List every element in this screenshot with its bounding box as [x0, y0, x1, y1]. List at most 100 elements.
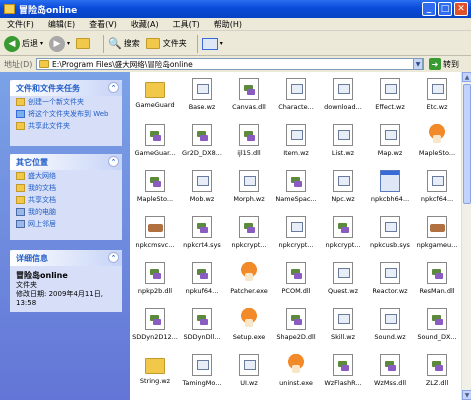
file-item[interactable]: List.wz	[320, 120, 366, 170]
file-item[interactable]: WzFlashR...	[320, 350, 366, 400]
go-button[interactable]: ➜ 转到	[429, 58, 459, 70]
file-item[interactable]: ijl15.dll	[226, 120, 272, 170]
file-item[interactable]: npkcmsvc...	[132, 212, 178, 262]
address-input[interactable]: E:\Program Files\盛大网络\冒险岛online	[36, 58, 424, 70]
folders-button[interactable]: 文件夹	[145, 38, 187, 49]
file-item[interactable]: Skill.wz	[320, 304, 366, 354]
minimize-button[interactable]: _	[422, 2, 436, 16]
file-name: SDDynDll...	[183, 333, 221, 341]
file-name: Shape2D.dll	[276, 333, 316, 341]
file-item[interactable]: npkcbh64...	[367, 166, 413, 216]
menu-tools[interactable]: 工具(T)	[166, 19, 207, 30]
file-item[interactable]: npkcrypt...	[320, 212, 366, 262]
file-item[interactable]: npkcf64...	[414, 166, 460, 216]
file-item[interactable]: Map.wz	[367, 120, 413, 170]
file-item[interactable]: Patcher.exe	[226, 258, 272, 308]
file-item[interactable]: npkcrt4.sys	[179, 212, 225, 262]
file-item[interactable]: npkcrypt...	[273, 212, 319, 262]
file-item[interactable]: Characte...	[273, 74, 319, 124]
file-item[interactable]: Setup.exe	[226, 304, 272, 354]
address-path: E:\Program Files\盛大网络\冒险岛online	[52, 59, 193, 69]
file-item[interactable]: MapleSto...	[414, 120, 460, 170]
go-arrow-icon: ➜	[429, 58, 441, 70]
file-name: npkcrt4.sys	[183, 241, 221, 249]
other-places-header[interactable]: 其它位置 ⌃	[10, 154, 122, 170]
file-icon	[380, 78, 400, 100]
scroll-thumb[interactable]	[463, 84, 471, 204]
place-network[interactable]: 网上邻居	[10, 218, 122, 230]
file-item[interactable]: npkcusb.sys	[367, 212, 413, 262]
close-button[interactable]: ✕	[454, 2, 468, 16]
menu-edit[interactable]: 编辑(E)	[41, 19, 82, 30]
file-item[interactable]: Morph.wz	[226, 166, 272, 216]
file-item[interactable]: WzMss.dll	[367, 350, 413, 400]
file-item[interactable]: Shape2D.dll	[273, 304, 319, 354]
file-item[interactable]: Item.wz	[273, 120, 319, 170]
file-item[interactable]: GameGuar...	[132, 120, 178, 170]
file-name: Quest.wz	[328, 287, 358, 295]
file-item[interactable]: uninst.exe	[273, 350, 319, 400]
file-item[interactable]: npkgameu...	[414, 212, 460, 262]
file-item[interactable]: Mob.wz	[179, 166, 225, 216]
file-name: MapleSto...	[136, 195, 174, 203]
place-my-documents[interactable]: 我的文档	[10, 182, 122, 194]
file-item[interactable]: GameGuard	[132, 74, 178, 124]
scroll-up-arrow[interactable]: ▲	[462, 72, 471, 82]
maximize-button[interactable]: □	[438, 2, 452, 16]
collapse-icon[interactable]: ⌃	[108, 252, 119, 263]
file-item[interactable]: Quest.wz	[320, 258, 366, 308]
file-name: Patcher.exe	[230, 287, 268, 295]
file-name: Mob.wz	[189, 195, 215, 203]
address-dropdown-button[interactable]: ▼	[413, 58, 423, 70]
file-item[interactable]: download...	[320, 74, 366, 124]
search-button[interactable]: 🔍 搜索	[108, 37, 140, 50]
file-item[interactable]: Base.wz	[179, 74, 225, 124]
views-button[interactable]: ▾	[201, 37, 223, 50]
file-tasks-header[interactable]: 文件和文件夹任务 ⌃	[10, 80, 122, 96]
file-item[interactable]: NameSpac...	[273, 166, 319, 216]
toolbar-separator	[196, 34, 198, 53]
place-my-computer[interactable]: 我的电脑	[10, 206, 122, 218]
file-item[interactable]: Gr2D_DX8...	[179, 120, 225, 170]
file-item[interactable]: Sound_DX...	[414, 304, 460, 354]
scroll-down-arrow[interactable]: ▼	[462, 390, 471, 400]
back-button[interactable]: ◀ 后退 ▾	[4, 35, 43, 52]
file-icon	[333, 170, 353, 192]
file-item[interactable]: npkp2b.dll	[132, 258, 178, 308]
file-item[interactable]: Reactor.wz	[367, 258, 413, 308]
file-item[interactable]: TamingMo...	[179, 350, 225, 400]
file-item[interactable]: Effect.wz	[367, 74, 413, 124]
task-new-folder[interactable]: 创建一个新文件夹	[10, 96, 122, 108]
file-item[interactable]: SDDynDll...	[179, 304, 225, 354]
place-shanda[interactable]: 盛大网络	[10, 170, 122, 182]
menu-help[interactable]: 帮助(H)	[207, 19, 249, 30]
up-folder-button[interactable]	[76, 38, 93, 49]
file-item[interactable]: PCOM.dll	[273, 258, 319, 308]
file-item[interactable]: npkcrypt...	[226, 212, 272, 262]
details-header[interactable]: 详细信息 ⌃	[10, 250, 122, 266]
menu-favorites[interactable]: 收藏(A)	[124, 19, 166, 30]
vertical-scrollbar[interactable]: ▲ ▼	[461, 72, 471, 400]
task-publish-web[interactable]: 将这个文件夹发布到 Web	[10, 108, 122, 120]
forward-button[interactable]: ▶ ▾	[49, 35, 70, 52]
details-type: 文件夹	[16, 281, 37, 289]
file-item[interactable]: String.wz	[132, 350, 178, 400]
file-item[interactable]: SDDyn2D12...	[132, 304, 178, 354]
file-item[interactable]: ResMan.dll	[414, 258, 460, 308]
place-shared-documents[interactable]: 共享文档	[10, 194, 122, 206]
file-item[interactable]: UI.wz	[226, 350, 272, 400]
menu-file[interactable]: 文件(F)	[0, 19, 41, 30]
file-item[interactable]: Canvas.dll	[226, 74, 272, 124]
task-share-folder[interactable]: 共享此文件夹	[10, 120, 122, 132]
menu-view[interactable]: 查看(V)	[82, 19, 124, 30]
file-item[interactable]: Npc.wz	[320, 166, 366, 216]
file-name: Reactor.wz	[372, 287, 408, 295]
file-item[interactable]: Etc.wz	[414, 74, 460, 124]
collapse-icon[interactable]: ⌃	[108, 156, 119, 167]
file-item[interactable]: MapleSto...	[132, 166, 178, 216]
file-item[interactable]: npkuf64...	[179, 258, 225, 308]
folder-icon	[39, 60, 49, 68]
file-item[interactable]: Sound.wz	[367, 304, 413, 354]
collapse-icon[interactable]: ⌃	[108, 82, 119, 93]
file-item[interactable]: ZLZ.dll	[414, 350, 460, 400]
